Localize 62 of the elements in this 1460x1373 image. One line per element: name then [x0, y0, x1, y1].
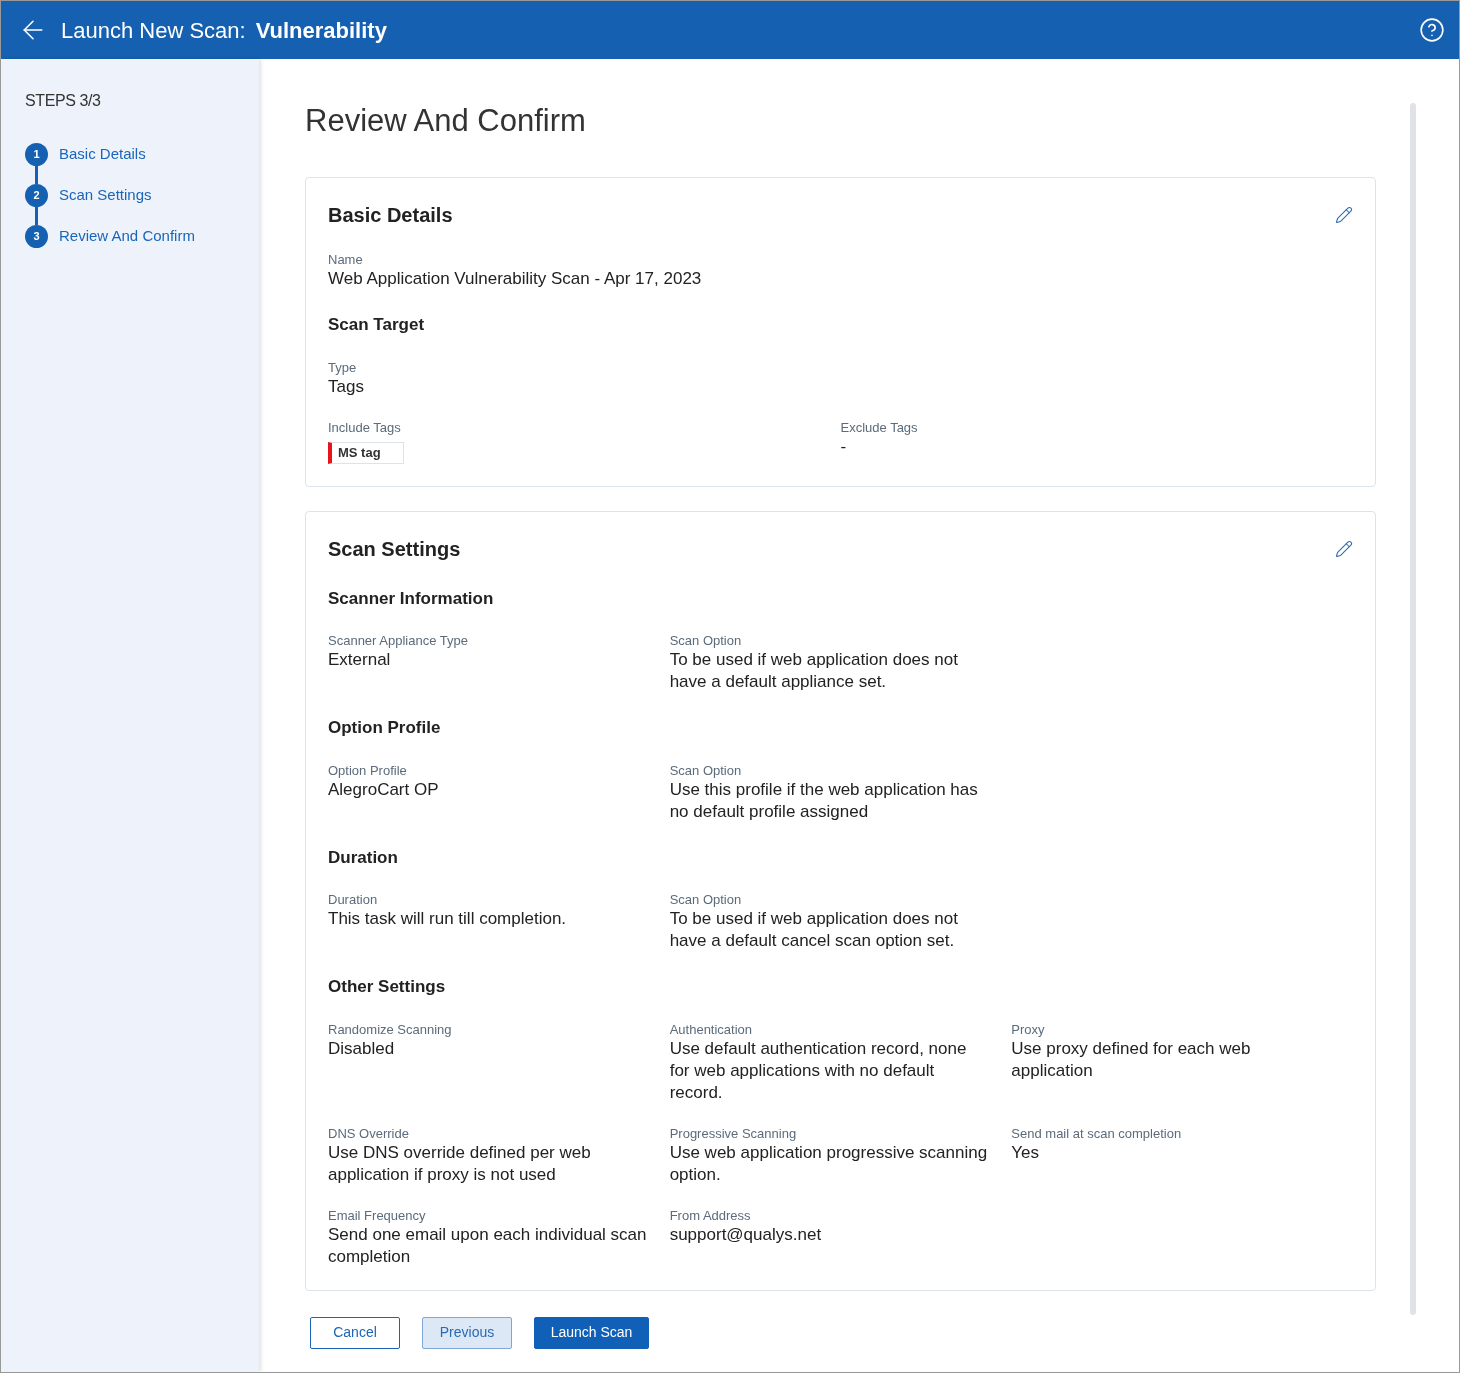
field-value: Use proxy defined for each web application — [1011, 1037, 1252, 1082]
section-heading: Option Profile — [328, 717, 442, 739]
field-label: Type — [328, 359, 358, 376]
field-label: Scanner Appliance Type — [328, 633, 469, 649]
field-label: DNS Override — [328, 1125, 410, 1142]
field-label: Authentication — [669, 1021, 754, 1038]
card-title: Scan Settings — [328, 536, 461, 562]
field-value: Use this profile if the web application has no default profile assigned — [669, 778, 979, 823]
edit-icon[interactable] — [1335, 539, 1353, 558]
step-number: 1 — [25, 143, 48, 166]
header-subtitle: Vulnerability — [255, 16, 387, 45]
field-label: Option Profile — [328, 762, 408, 779]
step-connector — [35, 207, 38, 225]
field-value: Send one email upon each individual scan completion — [328, 1223, 648, 1268]
field-value: support@qualys.net — [669, 1223, 823, 1246]
step-number: 2 — [25, 184, 48, 207]
step-link[interactable]: Review And Confirm — [59, 225, 195, 248]
section-heading: Duration — [328, 846, 399, 869]
field-label: Exclude Tags — [840, 419, 919, 436]
action-button[interactable]: Cancel — [310, 1316, 400, 1349]
field-value: Use web application progressive scanning option. — [669, 1141, 989, 1186]
step-number: 3 — [25, 225, 48, 248]
field-value: Web Application Vulnerability Scan - Apr 17, 2023 — [328, 268, 703, 290]
field-label: Scan Option — [669, 762, 743, 779]
field-value: AlegroCart OP — [328, 778, 440, 801]
scrollbar[interactable] — [1410, 103, 1416, 1315]
field-value: Use default authentication record, none for web applications with no default record. — [669, 1037, 968, 1104]
tag: MS tag — [328, 441, 404, 464]
field-value: Tags — [328, 375, 365, 398]
help-icon[interactable] — [1419, 17, 1445, 43]
section-heading: Scanner Information — [328, 587, 495, 610]
field-value: Use DNS override defined per web application if proxy is not used — [328, 1141, 592, 1186]
edit-icon[interactable] — [1335, 206, 1353, 224]
field-label: Scan Option — [669, 892, 743, 908]
field-label: Randomize Scanning — [328, 1021, 453, 1038]
field-label: Name — [328, 252, 364, 268]
card-title: Basic Details — [328, 203, 453, 228]
field-value: - — [840, 435, 848, 458]
step-link[interactable]: Basic Details — [59, 143, 146, 166]
field-value: To be used if web application does not have a default appliance set. — [669, 649, 959, 693]
launch-button[interactable]: Launch Scan — [534, 1316, 649, 1349]
field-value: Disabled — [328, 1037, 396, 1060]
steps-label: STEPS 3/3 — [25, 91, 102, 111]
section-heading: Other Settings — [328, 976, 447, 998]
field-label: From Address — [669, 1207, 752, 1224]
field-value: Yes — [1011, 1141, 1041, 1164]
field-label: Duration — [328, 892, 379, 908]
field-label: Progressive Scanning — [669, 1125, 798, 1142]
field-label: Send mail at scan completion — [1011, 1125, 1183, 1142]
section-heading: Scan Target — [328, 314, 426, 336]
page-title: Review And Confirm — [305, 102, 587, 140]
step-link[interactable]: Scan Settings — [59, 184, 152, 207]
field-value: External — [328, 649, 392, 671]
field-label: Email Frequency — [328, 1207, 427, 1224]
header-title: Launch New Scan: — [61, 16, 246, 45]
step-connector — [35, 166, 38, 184]
field-value: This task will run till completion. — [328, 908, 568, 930]
action-button[interactable]: Previous — [422, 1316, 512, 1349]
field-label: Include Tags — [328, 419, 402, 436]
field-value: To be used if web application does not have a default cancel scan option set. — [669, 908, 959, 952]
field-label: Proxy — [1011, 1021, 1046, 1038]
field-label: Scan Option — [669, 633, 743, 649]
